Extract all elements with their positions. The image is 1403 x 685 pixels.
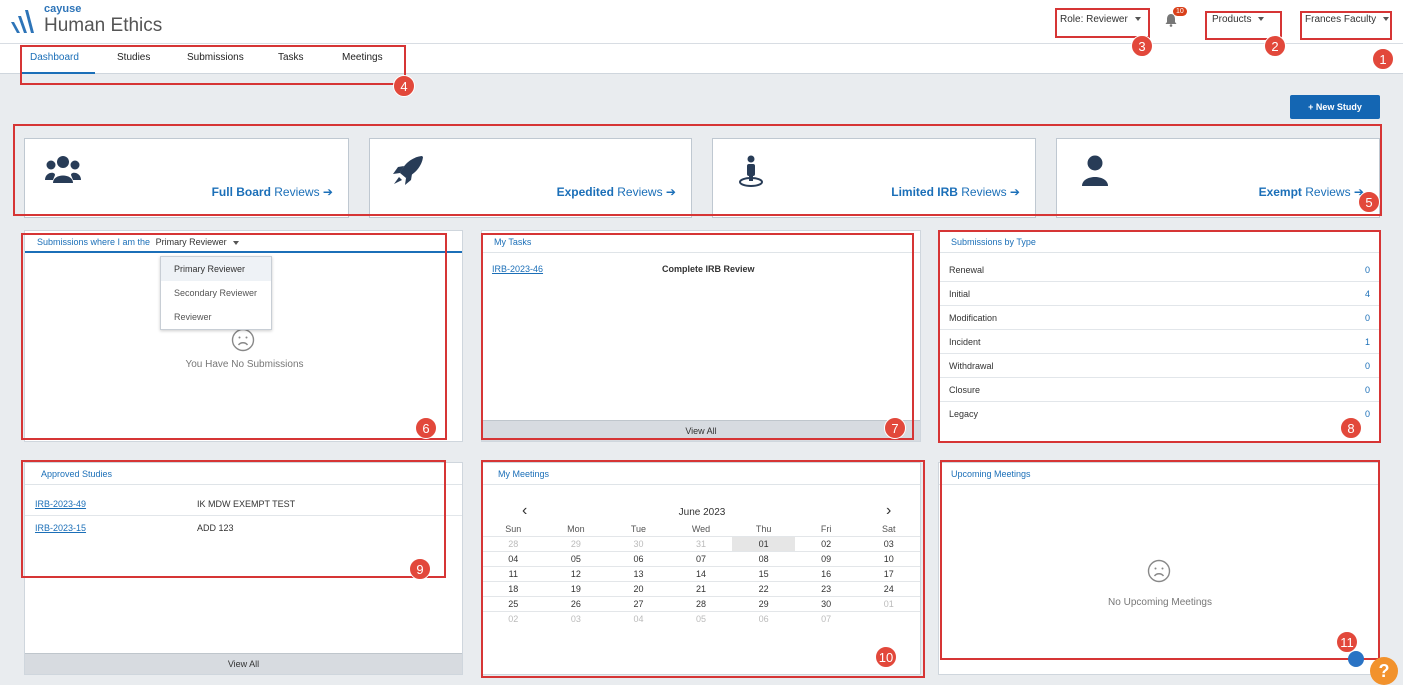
new-study-button[interactable]: + New Study <box>1290 95 1380 119</box>
callout-box-tasks <box>481 233 914 440</box>
view-all-studies-button[interactable]: View All <box>25 653 462 674</box>
callout-number-7: 7 <box>884 417 906 439</box>
notification-badge: 10 <box>1173 7 1187 16</box>
callout-number-1: 1 <box>1372 48 1394 70</box>
callout-box-submissions <box>21 233 447 440</box>
help-button[interactable]: ? <box>1370 657 1398 685</box>
logo-mark-icon <box>11 10 34 33</box>
callout-box-approved <box>21 460 446 578</box>
callout-number-2: 2 <box>1264 35 1286 57</box>
callout-number-4: 4 <box>393 75 415 97</box>
callout-number-6: 6 <box>415 417 437 439</box>
callout-box-role <box>1055 8 1150 38</box>
callout-box-upcoming <box>940 460 1380 660</box>
callout-number-9: 9 <box>409 558 431 580</box>
callout-box-submissions-type <box>938 230 1381 443</box>
callout-number-8: 8 <box>1340 417 1362 439</box>
scroll-to-top-button[interactable] <box>1348 651 1364 667</box>
callout-number-11: 11 <box>1336 631 1358 653</box>
callout-box-user <box>1300 11 1392 40</box>
callout-box-tabs <box>20 45 406 85</box>
callout-number-3: 3 <box>1131 35 1153 57</box>
brand-name: cayuse <box>44 3 82 15</box>
top-bar: cayuse Human Ethics Role: Reviewer 10 Pr… <box>0 0 1403 44</box>
callout-number-5: 5 <box>1358 191 1380 213</box>
product-name: Human Ethics <box>44 15 163 36</box>
callout-number-10: 10 <box>875 646 897 668</box>
callout-box-meetings <box>481 460 925 678</box>
callout-box-review-cards <box>13 124 1382 216</box>
cayuse-logo[interactable]: cayuse Human Ethics <box>10 4 162 35</box>
